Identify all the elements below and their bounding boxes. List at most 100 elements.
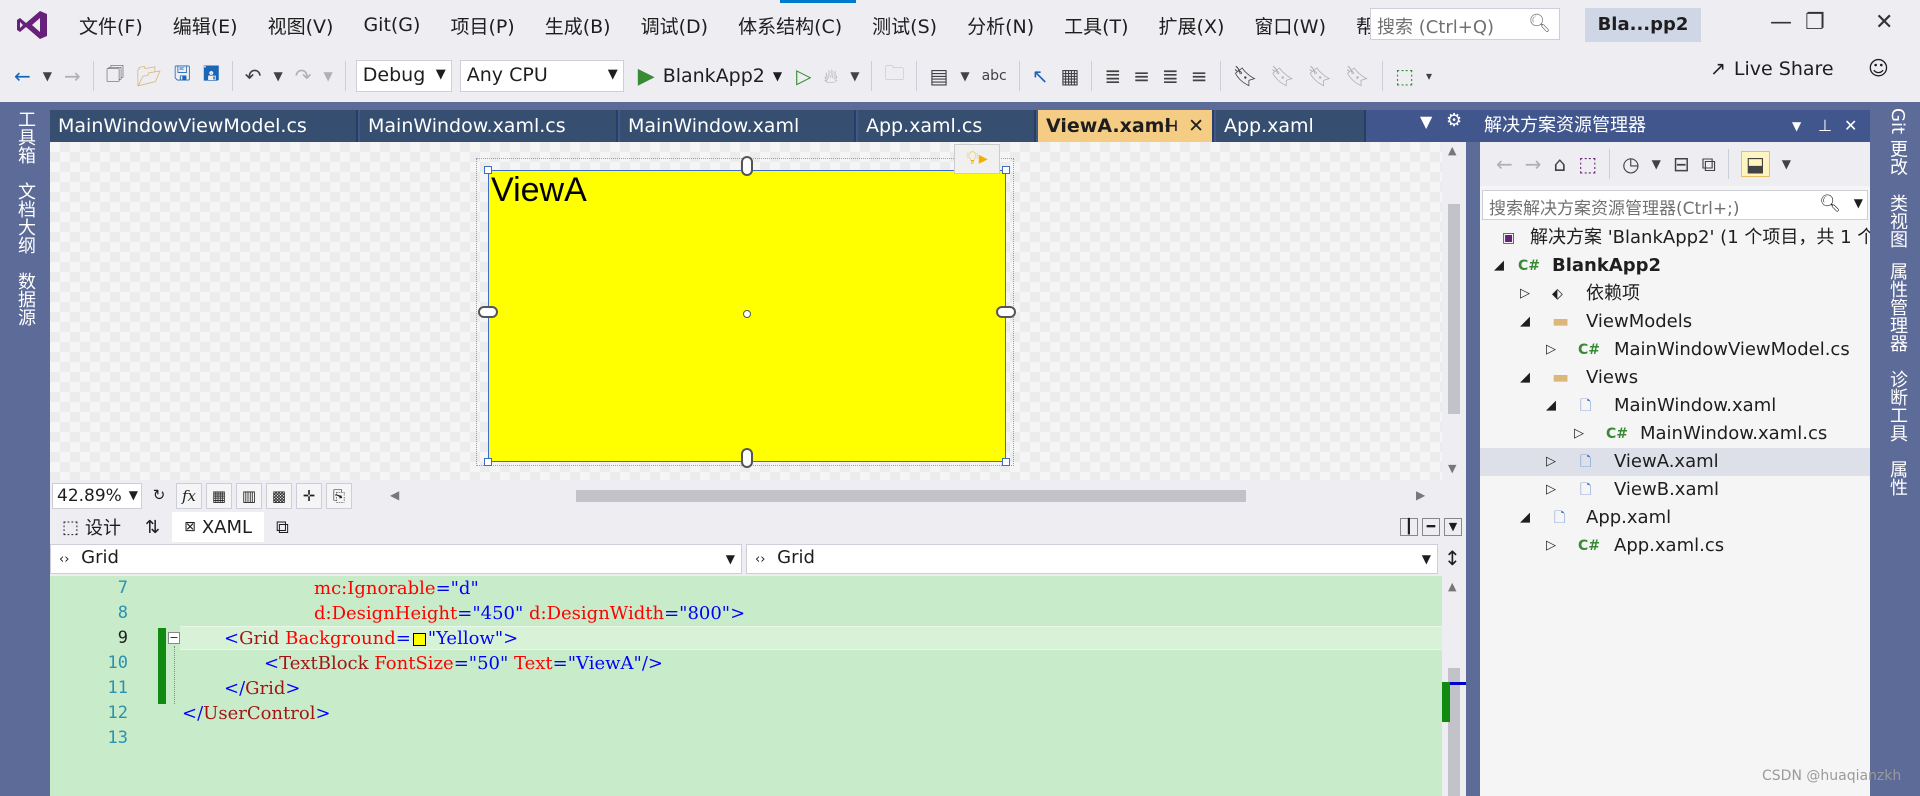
comment-icon[interactable]: ≣ (1162, 64, 1179, 88)
element-scope-select[interactable]: ‹› Grid ▼ (50, 544, 742, 574)
hot-reload-dropdown-icon[interactable]: ▼ (850, 69, 859, 83)
scroll-right-icon[interactable]: ▶ (1416, 488, 1425, 502)
tab-app-xaml[interactable]: App.xaml (1216, 110, 1366, 142)
select-element-icon[interactable]: ↖ (1032, 64, 1049, 88)
menu-analyze[interactable]: 分析(N) (952, 12, 1049, 39)
menu-build[interactable]: 生成(B) (530, 12, 626, 39)
menu-debug[interactable]: 调试(D) (626, 12, 723, 39)
close-panel-icon[interactable]: ✕ (1844, 110, 1857, 142)
navigate-back-icon[interactable]: ← (14, 64, 31, 88)
tab-viewa-xaml[interactable]: ViewA.xaml ⊣ ✕ (1038, 110, 1214, 142)
zoom-select[interactable]: 42.89% ▼ (52, 483, 142, 509)
refresh-icon[interactable]: ↻ (146, 483, 172, 509)
back-dropdown-icon[interactable]: ▼ (43, 69, 52, 83)
collapse-pane-icon[interactable]: ▼ (1444, 518, 1462, 536)
vertical-split-icon[interactable]: ┃ (1400, 518, 1418, 536)
designer-vertical-scrollbar[interactable]: ▲ ▼ (1442, 142, 1466, 480)
top-margin-anchor-icon[interactable] (741, 156, 753, 176)
layout-dropdown-icon[interactable]: ▼ (960, 69, 969, 83)
feedback-icon[interactable]: ☺ (1868, 56, 1889, 80)
search-input[interactable]: 搜索 (Ctrl+Q) 🔍︎ (1370, 8, 1560, 40)
back-icon[interactable]: ← (1496, 152, 1513, 176)
collapse-region-icon[interactable]: − (168, 632, 180, 644)
sync-active-document-icon[interactable]: ⬓ (1740, 151, 1770, 177)
document-outline-tab[interactable]: 文档大纲 (12, 182, 38, 254)
expanded-icon[interactable]: ◢ (1520, 364, 1530, 392)
scroll-up-icon[interactable]: ▲ (1448, 144, 1456, 157)
right-margin-anchor-icon[interactable] (996, 306, 1016, 318)
tree-item-dependencies[interactable]: ▷ ⬖ 依赖项 (1480, 280, 1870, 308)
menu-project[interactable]: 项目(P) (435, 12, 529, 39)
chevron-down-icon[interactable]: ▼ (1782, 157, 1791, 171)
tab-mainwindowviewmodel-cs[interactable]: MainWindowViewModel.cs (50, 110, 358, 142)
hot-reload-icon[interactable]: 🔥︎ (824, 64, 839, 88)
tab-mainwindow-xaml[interactable]: MainWindow.xaml (620, 110, 856, 142)
scroll-thumb[interactable] (1448, 204, 1460, 414)
tree-item-solution[interactable]: ▣ 解决方案 'BlankApp2' (1 个项目，共 1 个 (1480, 224, 1875, 252)
forward-icon[interactable]: → (1525, 152, 1542, 176)
textblock-element[interactable]: ViewA (491, 171, 587, 210)
properties-tab[interactable]: 属性 (1884, 460, 1910, 496)
toolbar-overflow-icon[interactable]: ▾ (1426, 69, 1432, 83)
resize-handle[interactable] (484, 458, 492, 466)
resize-handle[interactable] (1002, 458, 1010, 466)
tree-item-app-xaml[interactable]: ◢ 🗋︎ App.xaml (1480, 504, 1870, 532)
tree-item-mainwindow-xaml-cs[interactable]: ▷ C# MainWindow.xaml.cs (1480, 420, 1870, 448)
scroll-thumb[interactable] (576, 490, 1246, 502)
horizontal-split-icon[interactable]: ━ (1422, 518, 1440, 536)
scroll-left-icon[interactable]: ◀ (390, 488, 399, 502)
property-manager-tab[interactable]: 属性管理器 (1884, 262, 1910, 352)
prev-bookmark-icon[interactable]: 🔖︎ (1270, 64, 1295, 88)
minimize-icon[interactable]: — (1770, 10, 1792, 35)
menu-architecture[interactable]: 体系结构(C) (723, 12, 857, 39)
tree-item-viewmodels[interactable]: ◢ ▬ ViewModels (1480, 308, 1870, 336)
scroll-down-icon[interactable]: ▼ (1448, 462, 1456, 475)
menu-test[interactable]: 测试(S) (857, 12, 952, 39)
data-sources-tab[interactable]: 数据源 (12, 272, 38, 326)
save-all-icon[interactable]: 🖪 (203, 59, 220, 93)
pending-changes-icon[interactable]: ◷ (1622, 152, 1639, 176)
uncomment-icon[interactable]: ≡ (1191, 64, 1208, 88)
tree-item-project[interactable]: ◢ C# BlankApp2 (1480, 252, 1870, 280)
expanded-icon[interactable]: ◢ (1546, 392, 1556, 420)
collapse-all-icon[interactable]: ⊟ (1673, 152, 1690, 176)
git-changes-tab[interactable]: Git 更改 (1884, 108, 1910, 176)
pin-icon[interactable]: ⊣ (1164, 110, 1178, 142)
start-without-debugging-icon[interactable]: ▷ (796, 64, 811, 88)
split-adjust-icon[interactable]: ↕ (1444, 546, 1461, 570)
collapsed-icon[interactable]: ▷ (1574, 420, 1584, 448)
solution-configuration-select[interactable]: Debug ▼ (355, 60, 452, 92)
menu-view[interactable]: 视图(V) (253, 12, 349, 39)
resize-handle[interactable] (484, 166, 492, 174)
gear-icon[interactable]: ⚙ (1446, 110, 1462, 131)
panel-menu-icon[interactable]: ▼ (1792, 110, 1801, 142)
switch-views-icon[interactable]: ⬚ (1578, 152, 1597, 176)
member-scope-select[interactable]: ‹› Grid ▼ (746, 544, 1438, 574)
close-tab-icon[interactable]: ✕ (1188, 110, 1204, 142)
effects-fx-icon[interactable]: fx (176, 483, 202, 509)
collapsed-icon[interactable]: ▷ (1546, 336, 1556, 364)
redo-dropdown-icon[interactable]: ▼ (324, 69, 333, 83)
undo-icon[interactable]: ↶ (245, 64, 262, 88)
close-window-icon[interactable]: ✕ (1875, 10, 1893, 35)
expanded-icon[interactable]: ◢ (1520, 504, 1530, 532)
tree-item-viewa-xaml[interactable]: ▷ 🗋︎ ViewA.xaml (1480, 448, 1870, 476)
project-badge[interactable]: Bla...pp2 (1585, 8, 1701, 42)
restore-icon[interactable]: ❐ (1805, 10, 1825, 35)
clear-bookmarks-icon[interactable]: 🔖︎ (1345, 64, 1370, 88)
tab-mainwindow-xaml-cs[interactable]: MainWindow.xaml.cs (360, 110, 618, 142)
outdent-icon[interactable]: ≡ (1133, 64, 1150, 88)
xaml-tab[interactable]: ⊠ XAML (172, 512, 265, 542)
tab-list-dropdown-icon[interactable]: ▼ (1420, 112, 1432, 131)
undo-dropdown-icon[interactable]: ▼ (274, 69, 283, 83)
indent-icon[interactable]: ≣ (1104, 64, 1121, 88)
toolbox-tab[interactable]: 工具箱 (12, 110, 38, 164)
expanded-icon[interactable]: ◢ (1494, 252, 1504, 280)
layout-icon[interactable]: ▤ (929, 64, 948, 88)
pin-icon[interactable]: ⊥ (1818, 110, 1832, 142)
menu-git[interactable]: Git(G) (348, 14, 435, 36)
lightbulb-icon[interactable]: 💡︎▸ (954, 144, 1000, 174)
solution-search-input[interactable]: 搜索解决方案资源管理器(Ctrl+;) 🔍︎ ▼ (1482, 190, 1868, 220)
resize-handle[interactable] (1002, 166, 1010, 174)
show-grid-icon[interactable]: ▦ (206, 483, 232, 509)
